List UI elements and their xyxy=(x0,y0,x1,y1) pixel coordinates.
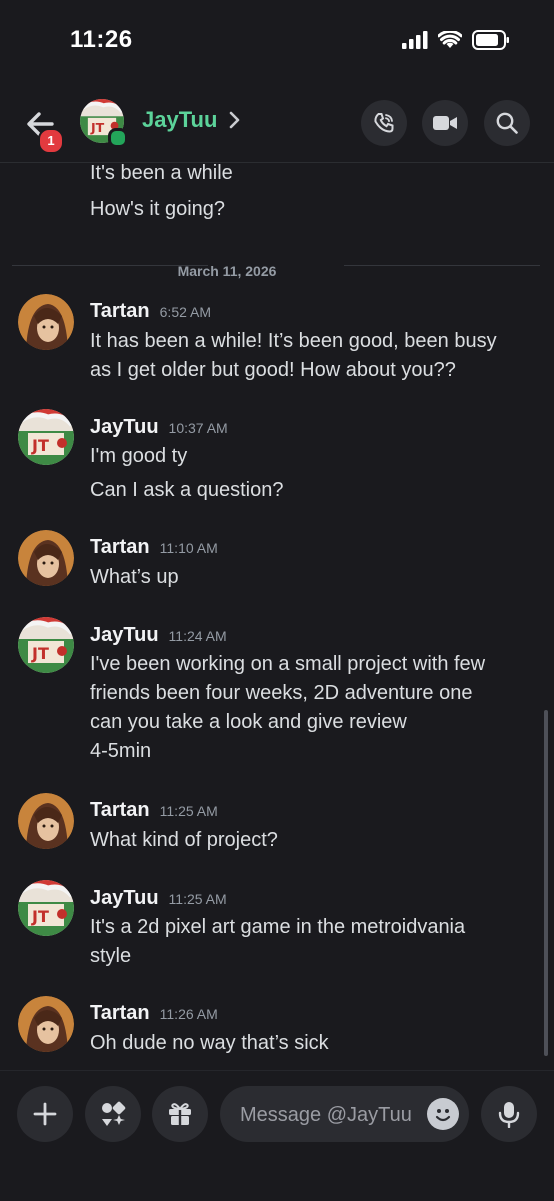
header-username[interactable]: JayTuu xyxy=(142,107,217,133)
avatar[interactable] xyxy=(18,530,74,586)
svg-text:JT: JT xyxy=(31,907,49,926)
message-author: Tartan 11:25 AM xyxy=(90,799,218,821)
message-text: I'm good ty Can I ask a question? xyxy=(90,445,284,501)
gift-icon xyxy=(169,1103,191,1125)
message-text: I've been working on a small project wit… xyxy=(90,653,486,762)
cellular-signal-icon xyxy=(402,31,428,49)
voice-call-button[interactable] xyxy=(361,100,407,146)
avatar[interactable]: JT xyxy=(18,880,74,936)
message-author: JayTuu 11:24 AM xyxy=(90,624,227,646)
online-status-dot xyxy=(108,128,128,148)
message-author: Tartan 11:10 AM xyxy=(90,536,218,558)
apps-button[interactable] xyxy=(85,1086,141,1142)
message-text: What’s up xyxy=(90,566,179,588)
message-text: It has been a while! It’s been good, bee… xyxy=(90,330,497,381)
scrollbar[interactable] xyxy=(544,710,548,1056)
wifi-icon xyxy=(438,31,462,48)
add-attachment-button[interactable] xyxy=(17,1086,73,1142)
svg-text:JT: JT xyxy=(31,436,49,455)
message-list[interactable]: It's been a while How's it going? March … xyxy=(0,162,554,1070)
status-time: 11:26 xyxy=(70,26,133,53)
composer-bar xyxy=(0,1070,554,1201)
message-line: It's been a while xyxy=(90,162,233,184)
message-author: Tartan 11:26 AM xyxy=(90,1002,218,1024)
gift-button[interactable] xyxy=(152,1086,208,1142)
message-author: JayTuu 11:25 AM xyxy=(90,887,227,909)
message-timestamp: 11:10 AM xyxy=(159,540,218,556)
status-icons xyxy=(402,30,510,50)
message-author: JayTuu 10:37 AM xyxy=(90,416,228,438)
video-camera-icon xyxy=(433,116,457,130)
date-divider-label: March 11, 2026 xyxy=(177,263,277,279)
message-timestamp: 11:24 AM xyxy=(168,628,227,644)
phone-icon xyxy=(374,113,394,133)
chat-header: JT JayTuu xyxy=(0,80,554,163)
status-bar: 11:26 xyxy=(0,0,554,80)
emoji-icon xyxy=(435,1109,451,1122)
apps-icon xyxy=(102,1101,126,1126)
emoji-button[interactable] xyxy=(427,1098,459,1130)
plus-icon xyxy=(33,1102,57,1126)
message-input[interactable] xyxy=(238,1086,422,1144)
avatar[interactable] xyxy=(18,996,74,1052)
message-input-container[interactable] xyxy=(220,1086,469,1144)
battery-icon xyxy=(472,30,509,50)
message-timestamp: 6:52 AM xyxy=(159,304,212,320)
unread-badge: 1 xyxy=(38,128,64,154)
avatar[interactable] xyxy=(18,793,74,849)
search-button[interactable] xyxy=(484,100,530,146)
search-icon xyxy=(496,112,518,134)
date-divider: March 11, 2026 xyxy=(12,257,540,279)
avatar[interactable]: JT xyxy=(18,617,74,673)
avatar[interactable] xyxy=(18,294,74,350)
message-timestamp: 11:25 AM xyxy=(168,891,227,907)
message-timestamp: 10:37 AM xyxy=(168,420,228,436)
svg-text:JT: JT xyxy=(90,120,105,135)
voice-message-button[interactable] xyxy=(481,1086,537,1142)
video-call-button[interactable] xyxy=(422,100,468,146)
message-text: Oh dude no way that’s sick xyxy=(90,1032,329,1054)
message-author: Tartan 6:52 AM xyxy=(90,300,212,322)
message-text: What kind of project? xyxy=(90,829,278,851)
svg-text:JT: JT xyxy=(31,644,49,663)
avatar[interactable]: JT xyxy=(18,409,74,465)
message-text: It's a 2d pixel art game in the metroidv… xyxy=(90,916,466,967)
microphone-icon xyxy=(498,1102,520,1128)
message-line: How's it going? xyxy=(90,198,225,220)
message-timestamp: 11:25 AM xyxy=(159,803,218,819)
chevron-right-icon[interactable] xyxy=(228,110,242,130)
message-timestamp: 11:26 AM xyxy=(159,1006,218,1022)
